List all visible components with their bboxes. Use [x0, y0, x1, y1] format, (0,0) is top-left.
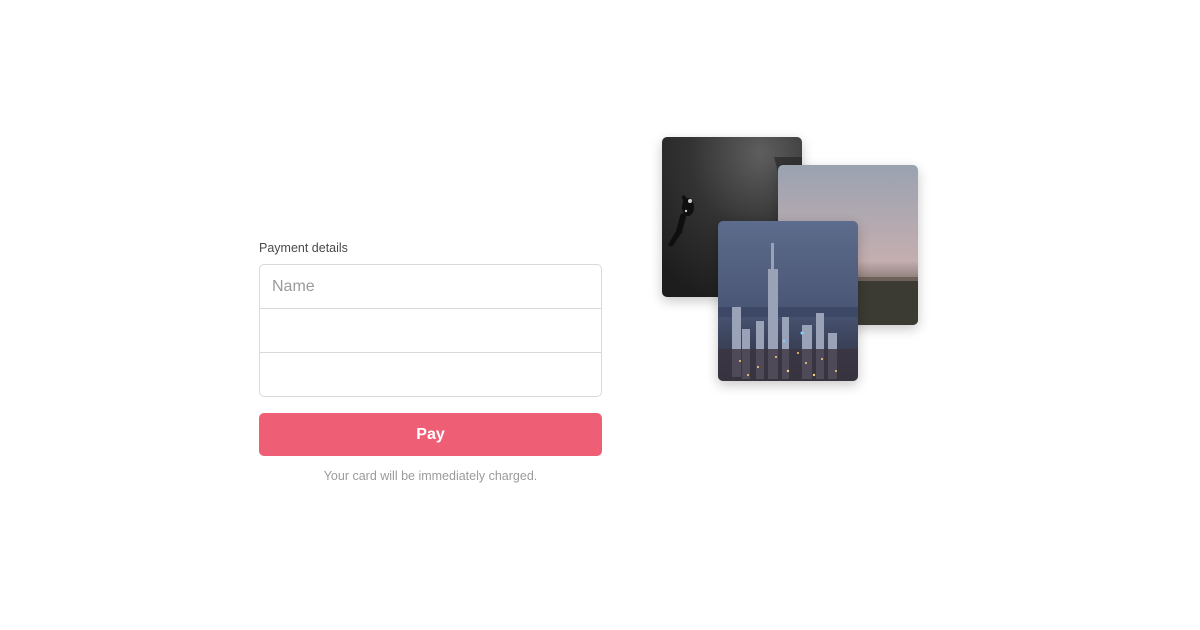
city-photo	[718, 221, 858, 381]
page: Payment details Pay Your card will be im…	[0, 0, 1200, 630]
card-details-input[interactable]	[260, 353, 601, 396]
card-number-input[interactable]	[260, 309, 601, 352]
photo-stack	[662, 137, 918, 381]
card-number-field-row	[260, 308, 601, 352]
card-details-field-row	[260, 352, 601, 396]
payment-details-label: Payment details	[259, 241, 348, 255]
name-input[interactable]	[260, 265, 601, 308]
payment-form: Payment details Pay Your card will be im…	[259, 240, 602, 483]
name-field-row	[260, 265, 601, 308]
pay-button[interactable]: Pay	[259, 413, 602, 456]
charge-note: Your card will be immediately charged.	[323, 469, 538, 483]
card-field-group	[259, 264, 602, 397]
